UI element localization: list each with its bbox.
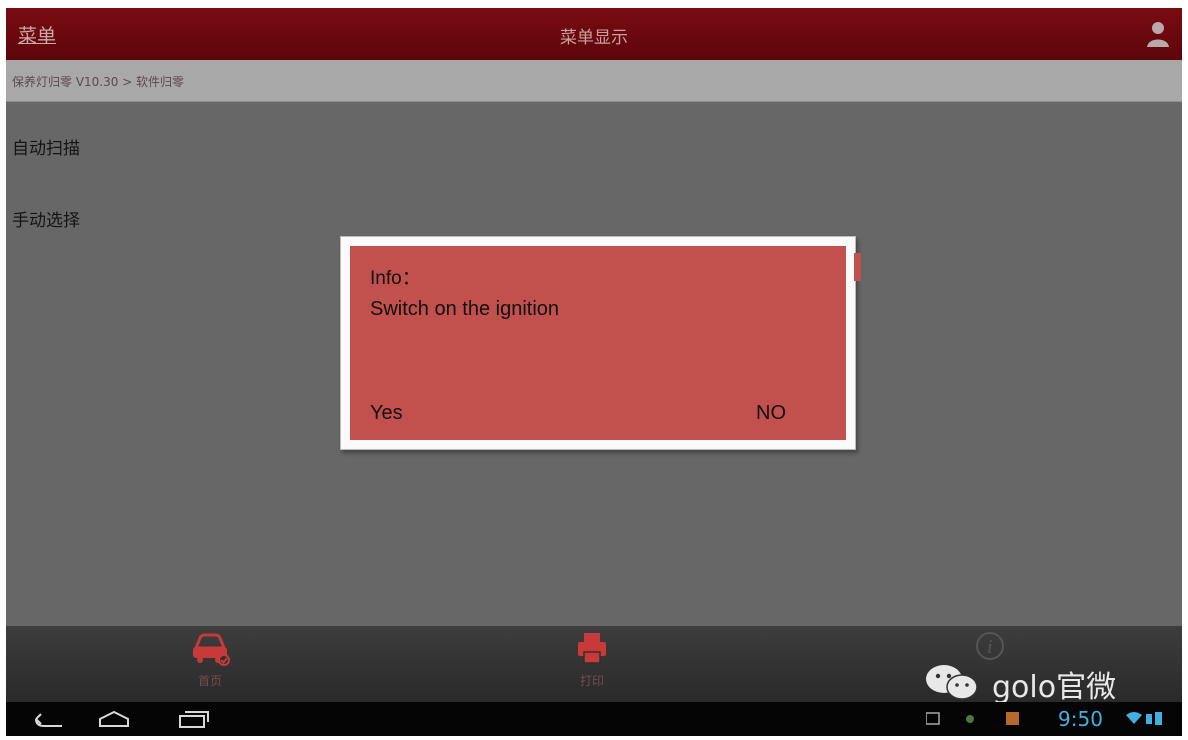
- dialog-message: Switch on the ignition: [370, 298, 560, 320]
- svg-text:i: i: [987, 637, 993, 658]
- breadcrumb-text: 保养灯归零 V10.30 > 软件归零: [12, 75, 185, 89]
- home-label: 首页: [197, 674, 222, 688]
- print-label: 打印: [579, 674, 604, 688]
- page-title: 菜单显示: [560, 28, 628, 48]
- info-button[interactable]: i: [950, 630, 1030, 666]
- info-dialog: Info： Switch on the ignition Yes NO: [340, 236, 861, 450]
- car-icon: [190, 633, 230, 670]
- status-notification-icons: [925, 711, 1036, 731]
- no-button[interactable]: NO: [752, 400, 790, 427]
- clock: 9:50: [1058, 707, 1103, 731]
- dialog-tab-edge: [854, 253, 861, 281]
- printer-icon: [575, 633, 609, 670]
- wechat-watermark: golo官微: [922, 662, 1116, 705]
- title-bar: 菜单 菜单显示: [6, 8, 1182, 60]
- back-icon[interactable]: [32, 708, 68, 734]
- dialog-title: Info：: [370, 268, 421, 289]
- dialog-body: Info： Switch on the ignition Yes NO: [350, 246, 846, 440]
- home-nav-icon[interactable]: [96, 708, 132, 734]
- app-screen: 菜单 菜单显示 保养灯归零 V10.30 > 软件归零 自动扫描 手动选择 In…: [0, 0, 1188, 740]
- wifi-battery-icon: [1124, 710, 1164, 732]
- watermark-text: golo官微: [992, 670, 1117, 705]
- breadcrumb: 保养灯归零 V10.30 > 软件归零: [6, 60, 1182, 102]
- print-button[interactable]: 打印: [552, 630, 632, 689]
- recent-apps-icon[interactable]: [176, 708, 212, 734]
- home-button[interactable]: 首页: [170, 630, 250, 689]
- yes-button[interactable]: Yes: [366, 400, 407, 427]
- system-nav-bar: 9:50: [6, 702, 1182, 736]
- user-icon[interactable]: [1146, 20, 1170, 48]
